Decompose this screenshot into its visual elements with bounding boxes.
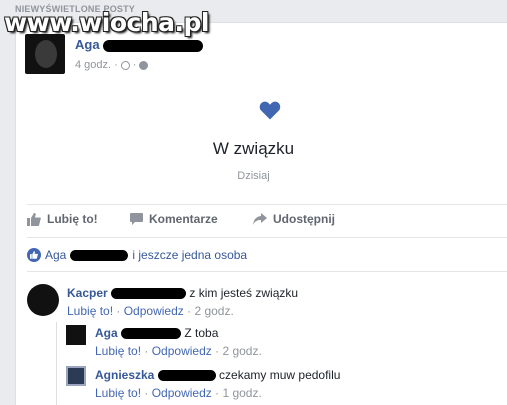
redaction-bar (103, 39, 204, 52)
comment-actions: Lubię to! · Odpowiedz · 2 godz. (67, 304, 234, 318)
post-time[interactable]: 4 godz. (75, 59, 111, 71)
divider (27, 271, 507, 272)
watermark: www.wiocha.pl (4, 8, 209, 37)
comment-time[interactable]: 2 godz. (194, 304, 233, 318)
reply-time[interactable]: 1 godz. (222, 386, 261, 400)
reply-author[interactable]: Agnieszka (95, 368, 154, 382)
reply-reply-link[interactable]: Odpowiedz (152, 344, 212, 358)
screenshot-root: NIEWYŚWIETLONE POSTY www.wiocha.pl Aga 4… (0, 0, 507, 405)
reply-like-link[interactable]: Lubię to! (95, 386, 141, 400)
comment-like-link[interactable]: Lubię to! (67, 304, 113, 318)
status-title: W związku (212, 139, 295, 158)
comment-icon (130, 213, 143, 225)
reply-avatar[interactable] (66, 366, 86, 386)
like-label: Lubię to! (47, 212, 98, 226)
status-date: Dzisiaj (237, 170, 270, 182)
clock-icon (120, 60, 130, 70)
likes-summary[interactable]: Aga i jeszcze jedna osoba (27, 248, 247, 262)
comment-reply-link[interactable]: Odpowiedz (124, 304, 184, 318)
redaction-bar (121, 328, 182, 340)
share-label: Udostępnij (273, 212, 335, 226)
reply-actions: Lubię to! · Odpowiedz · 1 godz. (95, 386, 262, 400)
comment-author[interactable]: Kacper (67, 286, 108, 300)
redaction-bar (111, 288, 187, 300)
reply-text: czekamy muw pedofilu (219, 368, 341, 382)
reply-body: Aga Z toba (95, 326, 218, 340)
reply-time[interactable]: 2 godz. (222, 344, 261, 358)
redaction-bar (157, 370, 216, 382)
reply-author[interactable]: Aga (95, 326, 118, 340)
globe-icon[interactable] (139, 60, 149, 70)
like-button[interactable]: Lubię to! (27, 212, 98, 226)
divider (27, 204, 507, 205)
author-name[interactable]: Aga (75, 37, 204, 52)
reply-thread-line (56, 322, 57, 405)
comment-label: Komentarze (149, 212, 218, 226)
reply-reply-link[interactable]: Odpowiedz (152, 386, 212, 400)
comment-text: z kim jesteś związku (189, 286, 299, 300)
author-name-text[interactable]: Aga (75, 37, 100, 52)
author-avatar[interactable] (25, 34, 65, 74)
heart-icon (259, 101, 281, 120)
reply-body: Agnieszka czekamy muw pedofilu (95, 368, 340, 382)
thumbs-up-icon (27, 212, 41, 226)
redaction-bar (70, 249, 129, 261)
reply-text: Z toba (184, 326, 219, 340)
share-button[interactable]: Udostępnij (253, 212, 335, 226)
comment-avatar[interactable] (27, 284, 59, 316)
reply-actions: Lubię to! · Odpowiedz · 2 godz. (95, 344, 262, 358)
reply-like-link[interactable]: Lubię to! (95, 344, 141, 358)
share-arrow-icon (253, 213, 267, 225)
likes-name[interactable]: Aga (45, 248, 66, 262)
comment-button[interactable]: Komentarze (130, 212, 218, 226)
divider (27, 237, 507, 238)
post-meta: 4 godz. · · (75, 59, 149, 71)
reply-avatar[interactable] (66, 325, 86, 345)
like-badge-icon (27, 248, 41, 262)
comment-body: Kacper z kim jesteś związku (67, 286, 298, 300)
likes-rest[interactable]: i jeszcze jedna osoba (132, 248, 247, 262)
